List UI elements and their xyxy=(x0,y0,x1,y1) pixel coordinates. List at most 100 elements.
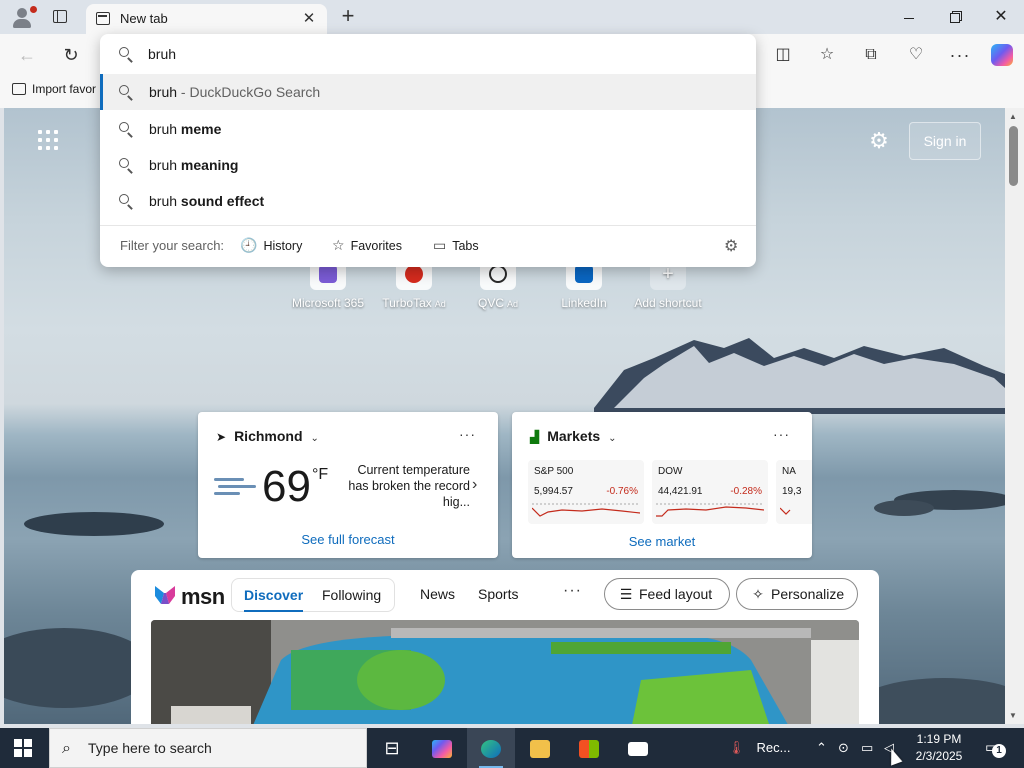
feed-hero-image[interactable] xyxy=(151,620,859,724)
temperature-value: 69 xyxy=(262,462,311,511)
apps-launcher-icon[interactable] xyxy=(38,130,58,150)
tab-actions-icon[interactable] xyxy=(48,7,72,27)
shortcut-microsoft-365[interactable]: Microsoft 365 xyxy=(288,260,368,310)
file-explorer-icon[interactable] xyxy=(516,728,564,768)
shortcut-label: Microsoft 365 xyxy=(291,296,365,310)
scroll-down-icon[interactable]: ▼ xyxy=(1009,711,1017,720)
tab-title: New tab xyxy=(120,11,168,26)
minimize-button[interactable] xyxy=(886,4,932,30)
filter-history-button[interactable]: 🕘 History xyxy=(240,237,302,254)
show-hidden-icons[interactable]: ⌃ xyxy=(816,728,827,768)
feed-layout-button[interactable]: ☰ Feed layout xyxy=(604,578,730,610)
split-screen-icon[interactable]: ◫ xyxy=(770,42,796,68)
suggestion-item[interactable]: bruh sound effect xyxy=(100,183,756,219)
windows-taskbar: ⌕ Type here to search ⊟ 🌡 Rec... ⌃ ⊙ ▭ ◁ … xyxy=(0,728,1024,768)
search-settings-icon[interactable]: ⚙ xyxy=(724,236,738,256)
close-window-button[interactable]: ✕ xyxy=(978,4,1024,30)
add-shortcut-button[interactable]: + Add shortcut xyxy=(628,260,708,310)
news-link[interactable]: News xyxy=(420,586,455,602)
star-icon: ☆ xyxy=(332,237,345,253)
filter-chip-label: History xyxy=(263,239,303,253)
shortcut-label: TurboTax xyxy=(382,296,432,310)
feed-more-icon[interactable]: ··· xyxy=(563,582,582,600)
clock[interactable]: 1:19 PM 2/3/2025 xyxy=(908,731,970,765)
temperature-unit: °F xyxy=(312,466,329,483)
suggestion-item[interactable]: bruh - DuckDuckGo Search xyxy=(100,74,756,110)
import-favorites-link[interactable]: Import favor xyxy=(12,82,96,96)
scroll-up-icon[interactable]: ▲ xyxy=(1009,112,1017,121)
markets-trend-icon: ▟ xyxy=(530,430,540,444)
scrollbar-thumb[interactable] xyxy=(1009,126,1018,186)
personalize-button[interactable]: ✧ Personalize xyxy=(736,578,858,610)
chevron-right-icon[interactable]: › xyxy=(472,476,477,494)
suggestion-item[interactable]: bruh meme xyxy=(100,111,756,147)
weather-card[interactable]: ➤ Richmond ⌄ ··· 69 °F Current temperature… xyxy=(198,412,498,558)
import-favorites-label: Import favor xyxy=(32,82,97,96)
feed-tabs: Discover Following xyxy=(231,578,395,612)
task-view-icon[interactable]: ⊟ xyxy=(368,728,416,768)
meet-now-icon[interactable]: ⊙ xyxy=(838,728,849,768)
markets-card[interactable]: ▟ Markets ⌄ ··· S&P 500 5,994.57 -0.76% DO… xyxy=(512,412,812,558)
copilot-button[interactable] xyxy=(989,42,1015,68)
market-change: -0.28% xyxy=(730,486,762,497)
market-tile[interactable]: S&P 500 5,994.57 -0.76% xyxy=(528,460,644,524)
suggestion-text: bruh xyxy=(149,193,181,209)
market-sparkline xyxy=(532,503,640,517)
back-button[interactable]: ← xyxy=(14,42,40,68)
weather-location[interactable]: ➤ Richmond ⌄ xyxy=(216,428,319,444)
favorites-icon[interactable]: ☆ xyxy=(814,42,840,68)
address-input[interactable] xyxy=(148,42,738,66)
suggestion-item[interactable]: bruh meaning xyxy=(100,147,756,183)
filter-chip-label: Favorites xyxy=(350,239,402,253)
market-sparkline xyxy=(780,507,791,515)
suggestion-completion: meaning xyxy=(180,157,239,173)
sliders-icon: ☰ xyxy=(619,586,633,602)
profile-icon[interactable] xyxy=(8,5,37,29)
thermometer-icon: 🌡 xyxy=(728,740,745,755)
weather-more-icon[interactable]: ··· xyxy=(459,426,476,442)
mail-icon[interactable] xyxy=(614,728,662,768)
collections-icon[interactable]: ⧉ xyxy=(858,42,884,68)
market-tile[interactable]: DOW 44,421.91 -0.28% xyxy=(652,460,768,524)
refresh-button[interactable]: ↻ xyxy=(58,42,84,68)
close-tab-icon[interactable]: ✕ xyxy=(299,9,319,29)
restore-icon xyxy=(950,13,960,24)
page-settings-icon[interactable]: ⚙ xyxy=(866,128,892,154)
taskbar-search-box[interactable]: ⌕ Type here to search xyxy=(49,728,367,768)
restore-button[interactable] xyxy=(932,4,978,30)
see-full-forecast-link[interactable]: See full forecast xyxy=(198,532,498,547)
tab-new-tab[interactable]: New tab ✕ xyxy=(86,4,327,34)
new-tab-button[interactable]: + xyxy=(336,5,360,29)
search-icon xyxy=(119,122,133,138)
filter-favorites-button[interactable]: ☆ Favorites xyxy=(332,237,402,254)
edge-taskbar-icon[interactable] xyxy=(467,728,515,768)
suggestion-engine: - DuckDuckGo Search xyxy=(177,84,321,100)
msn-wordmark: msn xyxy=(181,584,225,609)
market-tile[interactable]: NA 19,3 xyxy=(776,460,812,524)
copilot-taskbar-icon[interactable] xyxy=(418,728,466,768)
qvc-icon xyxy=(489,265,507,283)
sign-in-button[interactable]: Sign in xyxy=(909,122,981,160)
sports-link[interactable]: Sports xyxy=(478,586,518,602)
markets-more-icon[interactable]: ··· xyxy=(773,426,790,442)
see-market-link[interactable]: See market xyxy=(512,534,812,549)
page-scrollbar[interactable]: ▲ ▼ xyxy=(1005,108,1024,724)
shortcut-qvc[interactable]: QVC Ad xyxy=(458,260,538,310)
weather-alert-text[interactable]: Current temperature has broken the recor… xyxy=(340,462,470,510)
shortcut-turbotax[interactable]: TurboTax Ad xyxy=(374,260,454,310)
tray-app-recording[interactable]: 🌡 Rec... xyxy=(728,728,790,768)
settings-and-more-icon[interactable]: ··· xyxy=(947,42,973,68)
filter-tabs-button[interactable]: ▭ Tabs xyxy=(433,237,479,254)
browser-essentials-icon[interactable]: ♡ xyxy=(903,42,929,68)
network-icon[interactable]: ▭ xyxy=(861,728,873,768)
microsoft-store-icon[interactable] xyxy=(565,728,613,768)
markets-title[interactable]: ▟ Markets ⌄ xyxy=(530,428,617,444)
shortcut-linkedin[interactable]: LinkedIn xyxy=(544,260,624,310)
tab-following[interactable]: Following xyxy=(322,587,381,603)
plus-icon: + xyxy=(662,263,674,285)
tab-discover[interactable]: Discover xyxy=(244,587,304,612)
notifications-icon[interactable]: ▭1 xyxy=(980,738,1006,758)
market-sparkline xyxy=(656,503,764,517)
start-button[interactable] xyxy=(14,739,32,757)
market-name: NA xyxy=(782,466,796,477)
